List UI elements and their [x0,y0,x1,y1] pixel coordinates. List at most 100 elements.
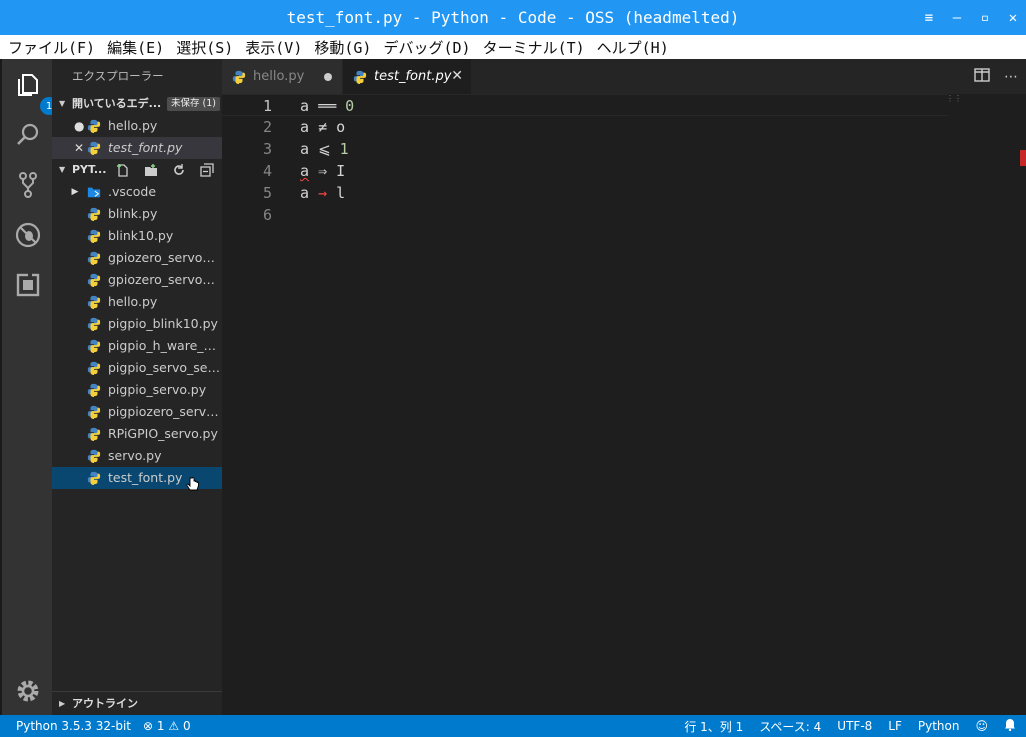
unsaved-badge: 未保存 (1) [167,97,220,111]
python-file-icon [87,229,101,243]
refresh-icon[interactable] [172,163,188,177]
window-menu-button[interactable]: ≡ [922,10,936,26]
code-token-right: I [336,162,346,180]
code-line[interactable]: 2 a ≠ o [222,116,948,138]
explorer-icon[interactable]: 1 [14,71,58,115]
open-editors-header[interactable]: ▼ 開いているエデ... 未保存 (1) [52,93,222,115]
search-icon[interactable] [14,121,42,149]
close-tab-icon[interactable]: ✕ [451,68,463,84]
python-file-icon [87,383,101,397]
new-file-icon[interactable] [116,163,132,177]
debug-icon[interactable] [14,221,42,249]
unsaved-dot-icon[interactable] [324,73,332,81]
tab-hello-py[interactable]: hello.py [222,59,342,94]
menu-help[interactable]: ヘルプ(H) [597,37,669,58]
chevron-right-icon[interactable]: ▶ [70,181,80,203]
python-file-icon [87,251,101,265]
tree-item-label: blink10.py [108,228,174,243]
encoding[interactable]: UTF-8 [837,719,872,733]
code-token-left: a [300,97,310,115]
menu-view[interactable]: 表示(V) [245,37,302,58]
code-editor[interactable]: ⋮⋮ 1a ══ 02a ≠ o3a ⩽ 14a ⇒ I5a → l6 [222,94,1026,715]
tree-item-label: test_font.py [108,470,183,485]
tree-file-item[interactable]: gpiozero_servo_... [52,247,222,269]
close-icon[interactable]: ✕ [74,137,84,159]
code-token-operator: → [318,184,328,202]
tree-file-item[interactable]: blink10.py [52,225,222,247]
tree-file-item[interactable]: blink.py [52,203,222,225]
code-token-right: 1 [339,140,349,158]
extensions-icon[interactable] [14,271,42,299]
project-folder-header[interactable]: ▼ PYT... [52,159,222,181]
code-line[interactable]: 5 a → l [222,182,948,204]
code-line[interactable]: 6 [222,204,948,226]
tree-item-label: pigpio_servo.py [108,382,207,397]
notifications-bell-icon[interactable] [1004,718,1016,734]
tree-file-item[interactable]: pigpiozero_servo... [52,401,222,423]
new-folder-icon[interactable] [144,163,160,177]
menu-terminal[interactable]: ターミナル(T) [483,37,585,58]
menu-edit[interactable]: 編集(E) [107,37,164,58]
split-editor-icon[interactable] [974,67,990,86]
menu-debug[interactable]: デバッグ(D) [383,37,470,58]
tree-item-label: blink.py [108,206,158,221]
code-line[interactable]: 4 a ⇒ I [222,160,948,182]
close-window-button[interactable]: ✕ [1006,10,1020,26]
modified-dot-icon[interactable]: ● [74,115,84,137]
line-ending[interactable]: LF [888,719,902,733]
tab-label: test_font.py [374,69,452,84]
warning-count: 0 [182,719,191,733]
file-tree: ▶ .vscode blink.py blink10.py gpiozero_servo… [52,181,222,489]
project-folder-label: PYT... [72,163,107,176]
more-actions-icon[interactable]: ⋯ [1004,69,1018,85]
tree-file-item[interactable]: hello.py [52,291,222,313]
python-file-icon [87,295,101,309]
code-line[interactable]: 3 a ⩽ 1 [222,138,948,160]
editor-tabs: hello.py test_font.py ✕ ⋯ [222,59,1026,94]
collapse-all-icon[interactable] [200,163,216,177]
error-scroll-marker [1020,150,1026,166]
menu-file[interactable]: ファイル(F) [8,37,95,58]
indentation[interactable]: スペース: 4 [759,718,821,735]
tree-file-item[interactable]: servo.py [52,445,222,467]
outline-header[interactable]: ▶ アウトライン [52,691,222,715]
menu-selection[interactable]: 選択(S) [176,37,233,58]
tree-file-item[interactable]: pigpio_servo.py [52,379,222,401]
error-icon: ⊗ [143,719,154,733]
menu-go[interactable]: 移動(G) [314,37,371,58]
line-number: 6 [262,206,272,224]
settings-gear-icon[interactable] [14,677,42,705]
window-controls: ≡ — ▫ ✕ [922,0,1020,35]
problems-indicator[interactable]: ⊗ 1 ⚠ 0 [143,719,191,733]
tree-item-label: RPiGPIO_servo.py [108,426,218,441]
line-code: a ⇒ I [300,160,345,182]
minimize-button[interactable]: — [950,10,964,26]
tree-file-item[interactable]: pigpio_servo_ser... [52,357,222,379]
code-token-left: a [300,162,310,180]
line-number: 3 [262,140,272,158]
python-file-icon [87,339,101,353]
tree-folder-item[interactable]: ▶ .vscode [52,181,222,203]
code-token-operator: ≠ [318,118,328,136]
tree-item-label: hello.py [108,294,158,309]
python-interpreter[interactable]: Python 3.5.3 32-bit [16,719,131,733]
tree-file-item[interactable]: RPiGPIO_servo.py [52,423,222,445]
tree-item-label: .vscode [108,184,157,199]
code-token-operator: ══ [318,97,337,115]
open-editor-item[interactable]: ● hello.py [52,115,222,137]
line-number: 2 [262,118,272,136]
cursor-position[interactable]: 行 1、列 1 [684,718,743,735]
window-titlebar: test_font.py - Python - Code - OSS (head… [0,0,1026,35]
tree-file-item[interactable]: pigpio_blink10.py [52,313,222,335]
language-mode[interactable]: Python [918,719,960,733]
source-control-icon[interactable] [14,171,42,199]
maximize-button[interactable]: ▫ [978,10,992,26]
line-code: a ══ 0 [300,95,354,117]
open-editor-item-active[interactable]: ✕ test_font.py [52,137,222,159]
tree-file-item[interactable]: pigpio_h_ware_s... [52,335,222,357]
code-line[interactable]: 1 a ══ 0 [222,94,948,116]
tab-test-font-py[interactable]: test_font.py ✕ [343,59,471,94]
feedback-smiley-icon[interactable]: ☺ [975,719,988,733]
tree-file-item[interactable]: gpiozero_servo_f... [52,269,222,291]
